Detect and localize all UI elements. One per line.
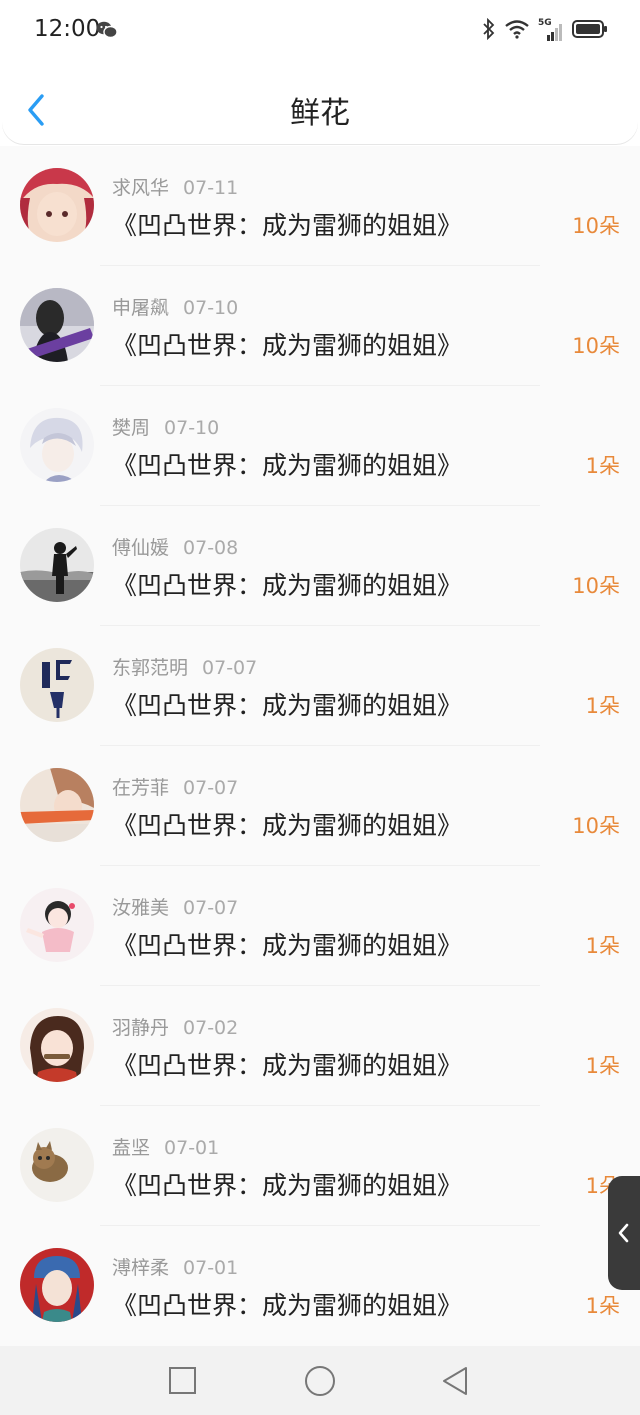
avatar[interactable]: [20, 648, 94, 722]
avatar[interactable]: [20, 408, 94, 482]
list-item[interactable]: 傅仙媛 07-08 《凹凸世界：成为雷狮的姐姐》 10朵: [0, 506, 640, 626]
avatar[interactable]: [20, 168, 94, 242]
list-item[interactable]: 汝雅美 07-07 《凹凸世界：成为雷狮的姐姐》 1朵: [0, 866, 640, 986]
send-date: 07-07: [183, 777, 239, 799]
list-item[interactable]: 求风华 07-11 《凹凸世界：成为雷狮的姐姐》 10朵: [0, 146, 640, 266]
list-item[interactable]: 溥梓柔 07-01 《凹凸世界：成为雷狮的姐姐》 1朵: [0, 1226, 640, 1346]
home-button[interactable]: [304, 1365, 336, 1401]
title-bar: 鲜花: [2, 64, 638, 144]
book-title: 《凹凸世界：成为雷狮的姐姐》: [112, 1171, 463, 1200]
book-title: 《凹凸世界：成为雷狮的姐姐》: [112, 211, 463, 240]
recent-apps-button[interactable]: [168, 1366, 198, 1400]
sender-name: 羽静丹: [112, 1017, 170, 1039]
avatar[interactable]: [20, 528, 94, 602]
flower-count: 1朵: [585, 1054, 620, 1078]
wifi-icon: [504, 19, 530, 43]
sender-name: 申屠飙: [112, 297, 170, 319]
list-item[interactable]: 樊周 07-10 《凹凸世界：成为雷狮的姐姐》 1朵: [0, 386, 640, 506]
status-icons: 5G: [482, 17, 608, 44]
flower-count: 1朵: [585, 694, 620, 718]
system-nav-bar: [0, 1346, 640, 1415]
send-date: 07-01: [183, 1257, 239, 1279]
send-date: 07-11: [183, 177, 239, 199]
flower-count: 10朵: [572, 334, 620, 358]
avatar[interactable]: [20, 1128, 94, 1202]
triangle-back-icon: [443, 1367, 467, 1395]
battery-icon: [572, 19, 608, 43]
sender-name: 在芳菲: [112, 777, 170, 799]
send-date: 07-01: [164, 1137, 220, 1159]
list-item[interactable]: 在芳菲 07-07 《凹凸世界：成为雷狮的姐姐》 10朵: [0, 746, 640, 866]
floating-side-tab[interactable]: [608, 1176, 640, 1290]
book-title: 《凹凸世界：成为雷狮的姐姐》: [112, 1051, 463, 1080]
circle-icon: [305, 1366, 335, 1396]
sender-name: 樊周: [112, 417, 151, 439]
list-item[interactable]: 羽静丹 07-02 《凹凸世界：成为雷狮的姐姐》 1朵: [0, 986, 640, 1106]
list-item[interactable]: 东郭范明 07-07 《凹凸世界：成为雷狮的姐姐》 1朵: [0, 626, 640, 746]
sender-name: 溥梓柔: [112, 1257, 170, 1279]
book-title: 《凹凸世界：成为雷狮的姐姐》: [112, 331, 463, 360]
back-nav-button[interactable]: [440, 1365, 470, 1401]
send-date: 07-08: [183, 537, 239, 559]
bluetooth-icon: [482, 17, 496, 44]
avatar[interactable]: [20, 888, 94, 962]
flower-count: 1朵: [585, 454, 620, 478]
page-title: 鲜花: [290, 96, 350, 131]
send-date: 07-07: [202, 657, 258, 679]
book-title: 《凹凸世界：成为雷狮的姐姐》: [112, 1291, 463, 1320]
flower-count: 10朵: [572, 214, 620, 238]
flower-count: 1朵: [585, 1294, 620, 1318]
avatar[interactable]: [20, 288, 94, 362]
avatar[interactable]: [20, 1248, 94, 1322]
list-item[interactable]: 盍坚 07-01 《凹凸世界：成为雷狮的姐姐》 1朵: [0, 1106, 640, 1226]
status-time: 12:00: [34, 16, 101, 42]
book-title: 《凹凸世界：成为雷狮的姐姐》: [112, 571, 463, 600]
chevron-left-icon: [618, 1223, 629, 1243]
flower-count: 1朵: [585, 934, 620, 958]
send-date: 07-07: [183, 897, 239, 919]
sender-name: 东郭范明: [112, 657, 189, 679]
flower-count: 10朵: [572, 574, 620, 598]
flower-count: 10朵: [572, 814, 620, 838]
sender-name: 傅仙媛: [112, 537, 170, 559]
send-date: 07-10: [164, 417, 220, 439]
wechat-icon: [96, 21, 118, 43]
flower-list: 求风华 07-11 《凹凸世界：成为雷狮的姐姐》 10朵 申屠飙 07-10 《凹凸…: [0, 146, 640, 1346]
send-date: 07-02: [183, 1017, 239, 1039]
sender-name: 汝雅美: [112, 897, 170, 919]
send-date: 07-10: [183, 297, 239, 319]
list-item[interactable]: 申屠飙 07-10 《凹凸世界：成为雷狮的姐姐》 10朵: [0, 266, 640, 386]
sender-name: 求风华: [112, 177, 170, 199]
signal-icon: 5G: [538, 18, 564, 42]
avatar[interactable]: [20, 768, 94, 842]
square-icon: [169, 1367, 196, 1394]
book-title: 《凹凸世界：成为雷狮的姐姐》: [112, 931, 463, 960]
sender-name: 盍坚: [112, 1137, 151, 1159]
book-title: 《凹凸世界：成为雷狮的姐姐》: [112, 811, 463, 840]
avatar[interactable]: [20, 1008, 94, 1082]
book-title: 《凹凸世界：成为雷狮的姐姐》: [112, 451, 463, 480]
book-title: 《凹凸世界：成为雷狮的姐姐》: [112, 691, 463, 720]
status-bar: 12:00 5G: [0, 0, 640, 64]
